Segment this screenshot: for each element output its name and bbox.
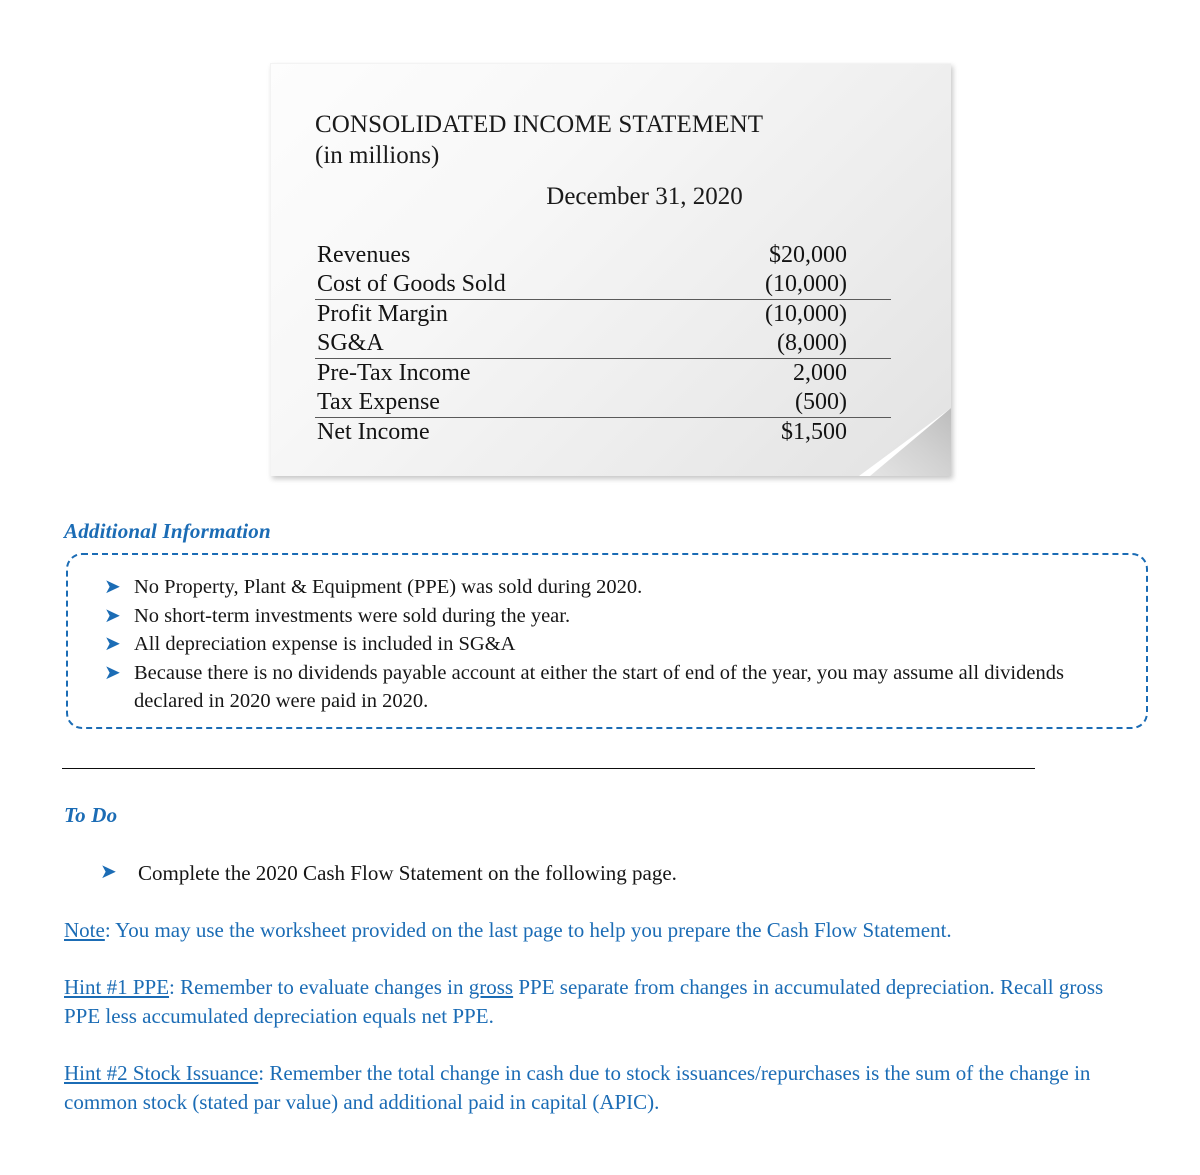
- income-statement-row: Pre-Tax Income 2,000: [315, 359, 891, 389]
- additional-information-item: ➤ All depreciation expense is included in…: [104, 630, 1104, 659]
- income-statement-row-label: SG&A: [315, 329, 647, 359]
- income-statement-row-label: Net Income: [317, 419, 430, 445]
- arrow-bullet-icon: ➤: [104, 633, 121, 655]
- note-paragraph: Note: You may use the worksheet provided…: [64, 916, 1129, 945]
- hint-1-text-before: : Remember to evaluate changes in: [169, 975, 469, 999]
- income-statement-table-body: Revenues $20,000 Cost of Goods Sold (10,000…: [315, 241, 891, 447]
- additional-information-item-text: Because there is no dividends payable ac…: [134, 661, 1064, 713]
- income-statement-date: December 31, 2020: [546, 183, 743, 210]
- additional-information-heading: Additional Information: [64, 519, 271, 543]
- income-statement-table: Revenues $20,000 Cost of Goods Sold (10,000…: [315, 241, 891, 447]
- income-statement-row: SG&A (8,000): [315, 329, 891, 359]
- to-do-list: ➤ Complete the 2020 Cash Flow Statement o…: [100, 858, 1060, 888]
- income-statement-row-label: Profit Margin: [317, 301, 448, 327]
- income-statement-row-label: Revenues: [317, 242, 411, 268]
- income-statement-row-value: $1,500: [781, 419, 847, 445]
- income-statement-row-value: (500): [647, 388, 891, 418]
- income-statement-row-label: Pre-Tax Income: [317, 360, 471, 386]
- income-statement-row: Revenues $20,000: [315, 241, 891, 270]
- income-statement-row-value: (10,000): [765, 301, 847, 327]
- arrow-bullet-icon: ➤: [104, 604, 121, 627]
- additional-information-item: ➤ No short-term investments were sold dur…: [104, 602, 1104, 631]
- arrow-bullet-icon: ➤: [100, 861, 117, 883]
- additional-information-item: ➤ No Property, Plant & Equipment (PPE) wa…: [104, 573, 1104, 602]
- note-text: : You may use the worksheet provided on …: [104, 918, 952, 942]
- arrow-bullet-icon: ➤: [104, 661, 121, 684]
- hint-1-label: Hint #1 PPE: [64, 975, 170, 999]
- income-statement-row-value: (8,000): [647, 329, 891, 359]
- income-statement-row-label: Cost of Goods Sold: [315, 270, 647, 300]
- additional-information-item-text: No Property, Plant & Equipment (PPE) was…: [134, 576, 643, 598]
- income-statement-units: (in millions): [315, 142, 440, 169]
- arrow-bullet-icon: ➤: [104, 576, 121, 598]
- income-statement-row: Profit Margin (10,000): [315, 300, 891, 330]
- income-statement-card-body: CONSOLIDATED INCOME STATEMENT (in millio…: [271, 64, 951, 476]
- hint-2-label: Hint #2 Stock Issuance: [64, 1061, 259, 1085]
- additional-information-item-text: No short-term investments were sold duri…: [134, 604, 571, 627]
- note-label: Note: [64, 918, 105, 942]
- additional-information-item: ➤ Because there is no dividends payable a…: [104, 659, 1104, 716]
- hint-1-paragraph: Hint #1 PPE: Remember to evaluate change…: [64, 973, 1129, 1030]
- to-do-item: ➤ Complete the 2020 Cash Flow Statement o…: [100, 858, 1060, 888]
- section-divider: [62, 768, 1035, 769]
- to-do-heading: To Do: [64, 803, 118, 827]
- income-statement-card: CONSOLIDATED INCOME STATEMENT (in millio…: [270, 63, 951, 476]
- income-statement-row-label: Tax Expense: [315, 388, 647, 418]
- to-do-item-text: Complete the 2020 Cash Flow Statement on…: [138, 861, 677, 885]
- income-statement-row: Cost of Goods Sold (10,000): [315, 270, 891, 300]
- income-statement-title: CONSOLIDATED INCOME STATEMENT: [315, 111, 764, 138]
- income-statement-row-value: (10,000): [647, 270, 891, 300]
- hint-1-emphasis: gross: [468, 975, 514, 999]
- income-statement-row-value: $20,000: [769, 242, 847, 268]
- additional-information-box: ➤ No Property, Plant & Equipment (PPE) wa…: [66, 553, 1148, 729]
- income-statement-row: Net Income $1,500: [315, 418, 891, 448]
- income-statement-row-value: 2,000: [793, 360, 847, 386]
- income-statement-row: Tax Expense (500): [315, 388, 891, 418]
- hint-2-paragraph: Hint #2 Stock Issuance: Remember the tot…: [64, 1059, 1129, 1116]
- additional-information-list: ➤ No Property, Plant & Equipment (PPE) wa…: [104, 573, 1104, 716]
- additional-information-item-text: All depreciation expense is included in …: [134, 633, 516, 655]
